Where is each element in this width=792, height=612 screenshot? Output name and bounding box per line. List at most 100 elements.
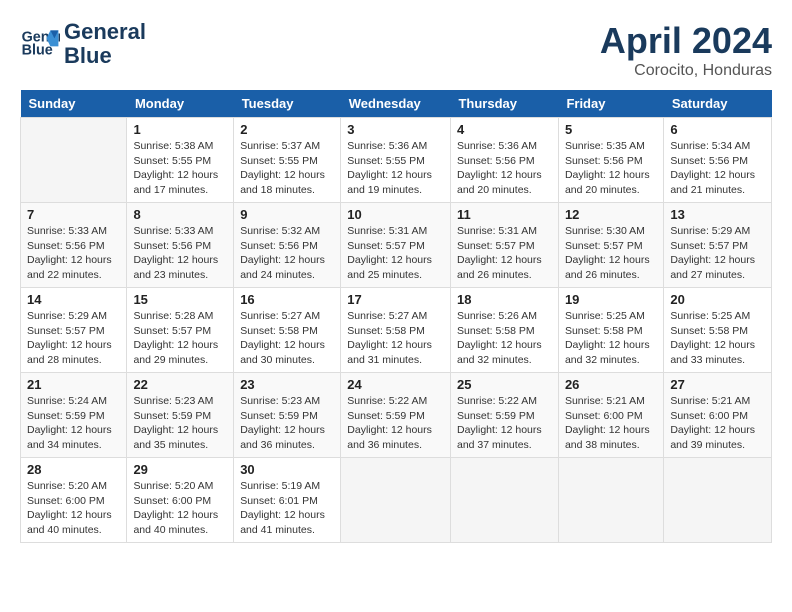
day-cell: 29 Sunrise: 5:20 AMSunset: 6:00 PMDayligh… — [127, 458, 234, 543]
location: Corocito, Honduras — [600, 62, 772, 80]
col-tuesday: Tuesday — [234, 90, 341, 118]
day-info: Sunrise: 5:25 AMSunset: 5:58 PMDaylight:… — [565, 309, 657, 368]
month-title: April 2024 — [600, 20, 772, 62]
day-info: Sunrise: 5:29 AMSunset: 5:57 PMDaylight:… — [670, 224, 765, 283]
day-cell: 23 Sunrise: 5:23 AMSunset: 5:59 PMDayligh… — [234, 373, 341, 458]
day-number: 13 — [670, 207, 765, 222]
day-number: 1 — [133, 122, 227, 137]
day-cell — [21, 118, 127, 203]
day-info: Sunrise: 5:24 AMSunset: 5:59 PMDaylight:… — [27, 394, 120, 453]
day-cell: 14 Sunrise: 5:29 AMSunset: 5:57 PMDayligh… — [21, 288, 127, 373]
day-cell — [450, 458, 558, 543]
day-info: Sunrise: 5:27 AMSunset: 5:58 PMDaylight:… — [347, 309, 444, 368]
day-number: 23 — [240, 377, 334, 392]
col-sunday: Sunday — [21, 90, 127, 118]
day-number: 11 — [457, 207, 552, 222]
col-friday: Friday — [558, 90, 663, 118]
day-info: Sunrise: 5:33 AMSunset: 5:56 PMDaylight:… — [27, 224, 120, 283]
day-number: 22 — [133, 377, 227, 392]
day-cell: 28 Sunrise: 5:20 AMSunset: 6:00 PMDayligh… — [21, 458, 127, 543]
day-cell: 9Sunrise: 5:32 AMSunset: 5:56 PMDaylight… — [234, 203, 341, 288]
day-number: 30 — [240, 462, 334, 477]
day-number: 4 — [457, 122, 552, 137]
day-cell: 25 Sunrise: 5:22 AMSunset: 5:59 PMDayligh… — [450, 373, 558, 458]
day-number: 26 — [565, 377, 657, 392]
col-monday: Monday — [127, 90, 234, 118]
day-info: Sunrise: 5:23 AMSunset: 5:59 PMDaylight:… — [240, 394, 334, 453]
day-cell: 20Sunrise: 5:25 AMSunset: 5:58 PMDayligh… — [664, 288, 772, 373]
day-cell: 21 Sunrise: 5:24 AMSunset: 5:59 PMDayligh… — [21, 373, 127, 458]
day-number: 21 — [27, 377, 120, 392]
day-number: 3 — [347, 122, 444, 137]
day-cell: 5 Sunrise: 5:35 AMSunset: 5:56 PMDaylight… — [558, 118, 663, 203]
day-info: Sunrise: 5:19 AMSunset: 6:01 PMDaylight:… — [240, 479, 334, 538]
col-saturday: Saturday — [664, 90, 772, 118]
day-info: Sunrise: 5:35 AMSunset: 5:56 PMDaylight:… — [565, 139, 657, 198]
day-info: Sunrise: 5:23 AMSunset: 5:59 PMDaylight:… — [133, 394, 227, 453]
logo-text: General Blue — [64, 20, 146, 68]
day-number: 20 — [670, 292, 765, 307]
day-number: 28 — [27, 462, 120, 477]
calendar-header-row: Sunday Monday Tuesday Wednesday Thursday… — [21, 90, 772, 118]
day-number: 7 — [27, 207, 120, 222]
day-info: Sunrise: 5:34 AMSunset: 5:56 PMDaylight:… — [670, 139, 765, 198]
day-cell: 2 Sunrise: 5:37 AMSunset: 5:55 PMDaylight… — [234, 118, 341, 203]
day-info: Sunrise: 5:30 AMSunset: 5:57 PMDaylight:… — [565, 224, 657, 283]
day-info: Sunrise: 5:27 AMSunset: 5:58 PMDaylight:… — [240, 309, 334, 368]
day-cell: 12Sunrise: 5:30 AMSunset: 5:57 PMDayligh… — [558, 203, 663, 288]
day-cell: 19 Sunrise: 5:25 AMSunset: 5:58 PMDayligh… — [558, 288, 663, 373]
day-cell: 26 Sunrise: 5:21 AMSunset: 6:00 PMDayligh… — [558, 373, 663, 458]
day-cell: 8 Sunrise: 5:33 AMSunset: 5:56 PMDaylight… — [127, 203, 234, 288]
col-thursday: Thursday — [450, 90, 558, 118]
day-info: Sunrise: 5:20 AMSunset: 6:00 PMDaylight:… — [27, 479, 120, 538]
day-info: Sunrise: 5:37 AMSunset: 5:55 PMDaylight:… — [240, 139, 334, 198]
day-number: 5 — [565, 122, 657, 137]
day-number: 14 — [27, 292, 120, 307]
day-cell: 24 Sunrise: 5:22 AMSunset: 5:59 PMDayligh… — [341, 373, 451, 458]
day-cell: 30 Sunrise: 5:19 AMSunset: 6:01 PMDayligh… — [234, 458, 341, 543]
day-cell: 7 Sunrise: 5:33 AMSunset: 5:56 PMDaylight… — [21, 203, 127, 288]
day-cell: 18 Sunrise: 5:26 AMSunset: 5:58 PMDayligh… — [450, 288, 558, 373]
day-cell: 15Sunrise: 5:28 AMSunset: 5:57 PMDayligh… — [127, 288, 234, 373]
day-cell: 1Sunrise: 5:38 AMSunset: 5:55 PMDaylight… — [127, 118, 234, 203]
day-cell: 4 Sunrise: 5:36 AMSunset: 5:56 PMDaylight… — [450, 118, 558, 203]
day-info: Sunrise: 5:26 AMSunset: 5:58 PMDaylight:… — [457, 309, 552, 368]
day-number: 25 — [457, 377, 552, 392]
day-cell — [558, 458, 663, 543]
day-info: Sunrise: 5:28 AMSunset: 5:57 PMDaylight:… — [133, 309, 227, 368]
day-number: 6 — [670, 122, 765, 137]
week-row-2: 7 Sunrise: 5:33 AMSunset: 5:56 PMDaylight… — [21, 203, 772, 288]
day-cell — [664, 458, 772, 543]
day-cell: 16Sunrise: 5:27 AMSunset: 5:58 PMDayligh… — [234, 288, 341, 373]
day-info: Sunrise: 5:33 AMSunset: 5:56 PMDaylight:… — [133, 224, 227, 283]
day-info: Sunrise: 5:22 AMSunset: 5:59 PMDaylight:… — [347, 394, 444, 453]
week-row-3: 14 Sunrise: 5:29 AMSunset: 5:57 PMDayligh… — [21, 288, 772, 373]
day-cell: 10Sunrise: 5:31 AMSunset: 5:57 PMDayligh… — [341, 203, 451, 288]
day-cell: 3Sunrise: 5:36 AMSunset: 5:55 PMDaylight… — [341, 118, 451, 203]
day-info: Sunrise: 5:22 AMSunset: 5:59 PMDaylight:… — [457, 394, 552, 453]
day-number: 9 — [240, 207, 334, 222]
week-row-4: 21 Sunrise: 5:24 AMSunset: 5:59 PMDayligh… — [21, 373, 772, 458]
day-cell: 22 Sunrise: 5:23 AMSunset: 5:59 PMDayligh… — [127, 373, 234, 458]
day-info: Sunrise: 5:20 AMSunset: 6:00 PMDaylight:… — [133, 479, 227, 538]
day-cell: 13 Sunrise: 5:29 AMSunset: 5:57 PMDayligh… — [664, 203, 772, 288]
week-row-1: 1Sunrise: 5:38 AMSunset: 5:55 PMDaylight… — [21, 118, 772, 203]
day-cell: 27Sunrise: 5:21 AMSunset: 6:00 PMDayligh… — [664, 373, 772, 458]
week-row-5: 28 Sunrise: 5:20 AMSunset: 6:00 PMDayligh… — [21, 458, 772, 543]
day-info: Sunrise: 5:31 AMSunset: 5:57 PMDaylight:… — [457, 224, 552, 283]
day-number: 2 — [240, 122, 334, 137]
day-number: 18 — [457, 292, 552, 307]
day-info: Sunrise: 5:36 AMSunset: 5:56 PMDaylight:… — [457, 139, 552, 198]
day-number: 29 — [133, 462, 227, 477]
day-number: 24 — [347, 377, 444, 392]
title-block: April 2024 Corocito, Honduras — [600, 20, 772, 80]
day-info: Sunrise: 5:21 AMSunset: 6:00 PMDaylight:… — [565, 394, 657, 453]
page-header: General Blue General Blue April 2024 Cor… — [20, 20, 772, 80]
day-number: 19 — [565, 292, 657, 307]
day-number: 10 — [347, 207, 444, 222]
day-info: Sunrise: 5:29 AMSunset: 5:57 PMDaylight:… — [27, 309, 120, 368]
day-number: 27 — [670, 377, 765, 392]
day-number: 17 — [347, 292, 444, 307]
day-number: 8 — [133, 207, 227, 222]
day-cell: 17 Sunrise: 5:27 AMSunset: 5:58 PMDayligh… — [341, 288, 451, 373]
